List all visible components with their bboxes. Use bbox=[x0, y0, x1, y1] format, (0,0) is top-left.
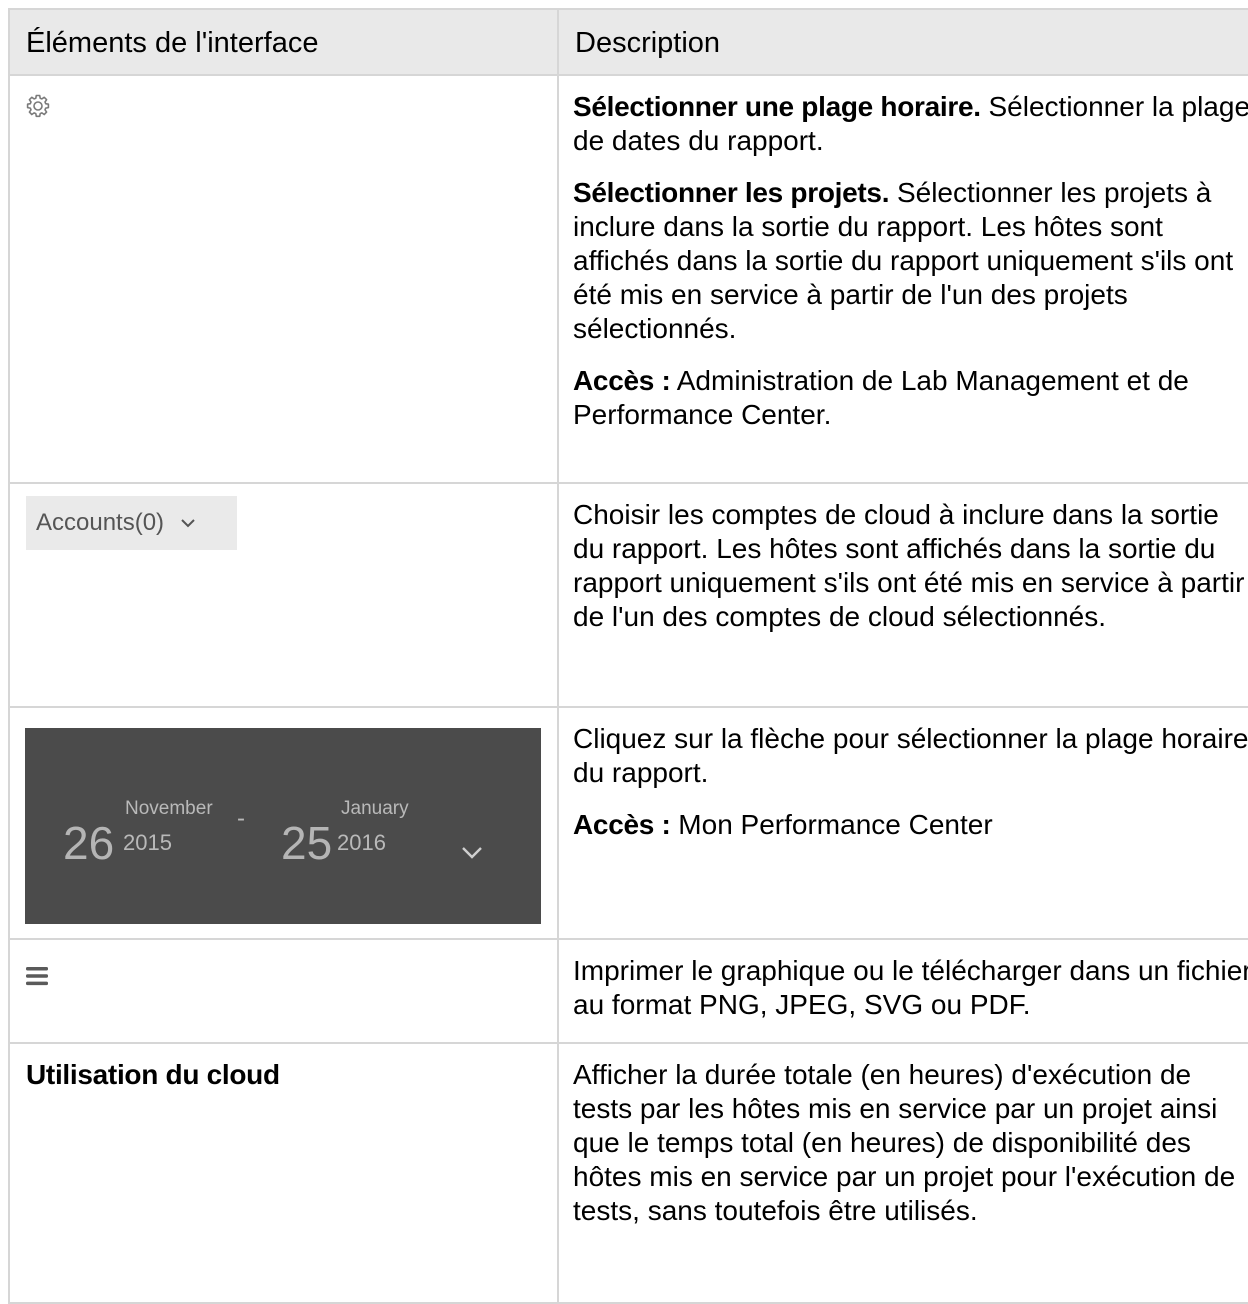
description-cell: Choisir les comptes de cloud à inclure d… bbox=[557, 482, 1248, 708]
table-row: 26 November 2015 - 25 January 2016 Cliqu… bbox=[8, 706, 1248, 940]
end-day: 25 bbox=[281, 817, 333, 869]
table-row: Sélectionner une plage horaire. Sélectio… bbox=[8, 74, 1248, 484]
description-cell: Imprimer le graphique ou le télécharger … bbox=[557, 938, 1248, 1044]
description-cell: Cliquez sur la flèche pour sélectionner … bbox=[557, 706, 1248, 940]
accounts-dropdown[interactable]: Accounts(0) bbox=[26, 496, 237, 550]
date-range-picker[interactable]: 26 November 2015 - 25 January 2016 bbox=[25, 728, 541, 924]
description-text: Cliquez sur la flèche pour sélectionner … bbox=[573, 723, 1248, 788]
gear-icon[interactable] bbox=[26, 92, 50, 118]
description-cell: Afficher la durée totale (en heures) d'e… bbox=[557, 1042, 1248, 1304]
element-cell bbox=[8, 74, 559, 484]
term-label: Accès : bbox=[573, 809, 671, 840]
element-cell: Utilisation du cloud bbox=[8, 1042, 559, 1304]
accounts-dropdown-label: Accounts(0) bbox=[36, 509, 165, 536]
description-cell: Sélectionner une plage horaire. Sélectio… bbox=[557, 74, 1248, 484]
start-day: 26 bbox=[63, 817, 115, 869]
description-paragraph: Choisir les comptes de cloud à inclure d… bbox=[573, 498, 1248, 634]
description-text: Mon Performance Center bbox=[670, 809, 993, 840]
element-cell: 26 November 2015 - 25 January 2016 bbox=[8, 706, 559, 940]
menu-icon[interactable] bbox=[26, 960, 48, 986]
description-paragraph: Accès : Administration de Lab Management… bbox=[573, 364, 1248, 432]
table-row: Utilisation du cloud Afficher la durée t… bbox=[8, 1042, 1248, 1304]
term-label: Sélectionner une plage horaire. bbox=[573, 91, 981, 122]
term-label: Accès : bbox=[573, 365, 671, 396]
element-cell bbox=[8, 938, 559, 1044]
date-separator: - bbox=[237, 805, 245, 832]
end-year: 2016 bbox=[337, 830, 386, 855]
start-year: 2015 bbox=[123, 830, 172, 855]
description-paragraph: Imprimer le graphique ou le télécharger … bbox=[573, 954, 1248, 1022]
description-text: Choisir les comptes de cloud à inclure d… bbox=[573, 499, 1245, 632]
description-paragraph: Afficher la durée totale (en heures) d'e… bbox=[573, 1058, 1248, 1228]
description-text: Imprimer le graphique ou le télécharger … bbox=[573, 955, 1248, 1020]
end-month: January bbox=[341, 798, 409, 819]
description-paragraph: Sélectionner les projets. Sélectionner l… bbox=[573, 176, 1248, 346]
header-elements: Éléments de l'interface bbox=[8, 8, 559, 76]
chevron-down-icon bbox=[181, 519, 195, 528]
table-row: Imprimer le graphique ou le télécharger … bbox=[8, 938, 1248, 1044]
term-label: Sélectionner les projets. bbox=[573, 177, 890, 208]
chevron-down-icon[interactable] bbox=[461, 846, 483, 860]
start-month: November bbox=[125, 798, 213, 819]
description-paragraph: Sélectionner une plage horaire. Sélectio… bbox=[573, 90, 1248, 158]
header-description: Description bbox=[557, 8, 1248, 76]
description-paragraph: Accès : Mon Performance Center bbox=[573, 808, 1248, 842]
interface-elements-table: Éléments de l'interface Description Séle… bbox=[8, 8, 1248, 1304]
element-label: Utilisation du cloud bbox=[26, 1059, 280, 1090]
table-row: Accounts(0) Choisir les comptes de cloud… bbox=[8, 482, 1248, 708]
description-text: Afficher la durée totale (en heures) d'e… bbox=[573, 1059, 1236, 1226]
table-header-row: Éléments de l'interface Description bbox=[8, 8, 1248, 76]
description-paragraph: Cliquez sur la flèche pour sélectionner … bbox=[573, 722, 1248, 790]
element-cell: Accounts(0) bbox=[8, 482, 559, 708]
